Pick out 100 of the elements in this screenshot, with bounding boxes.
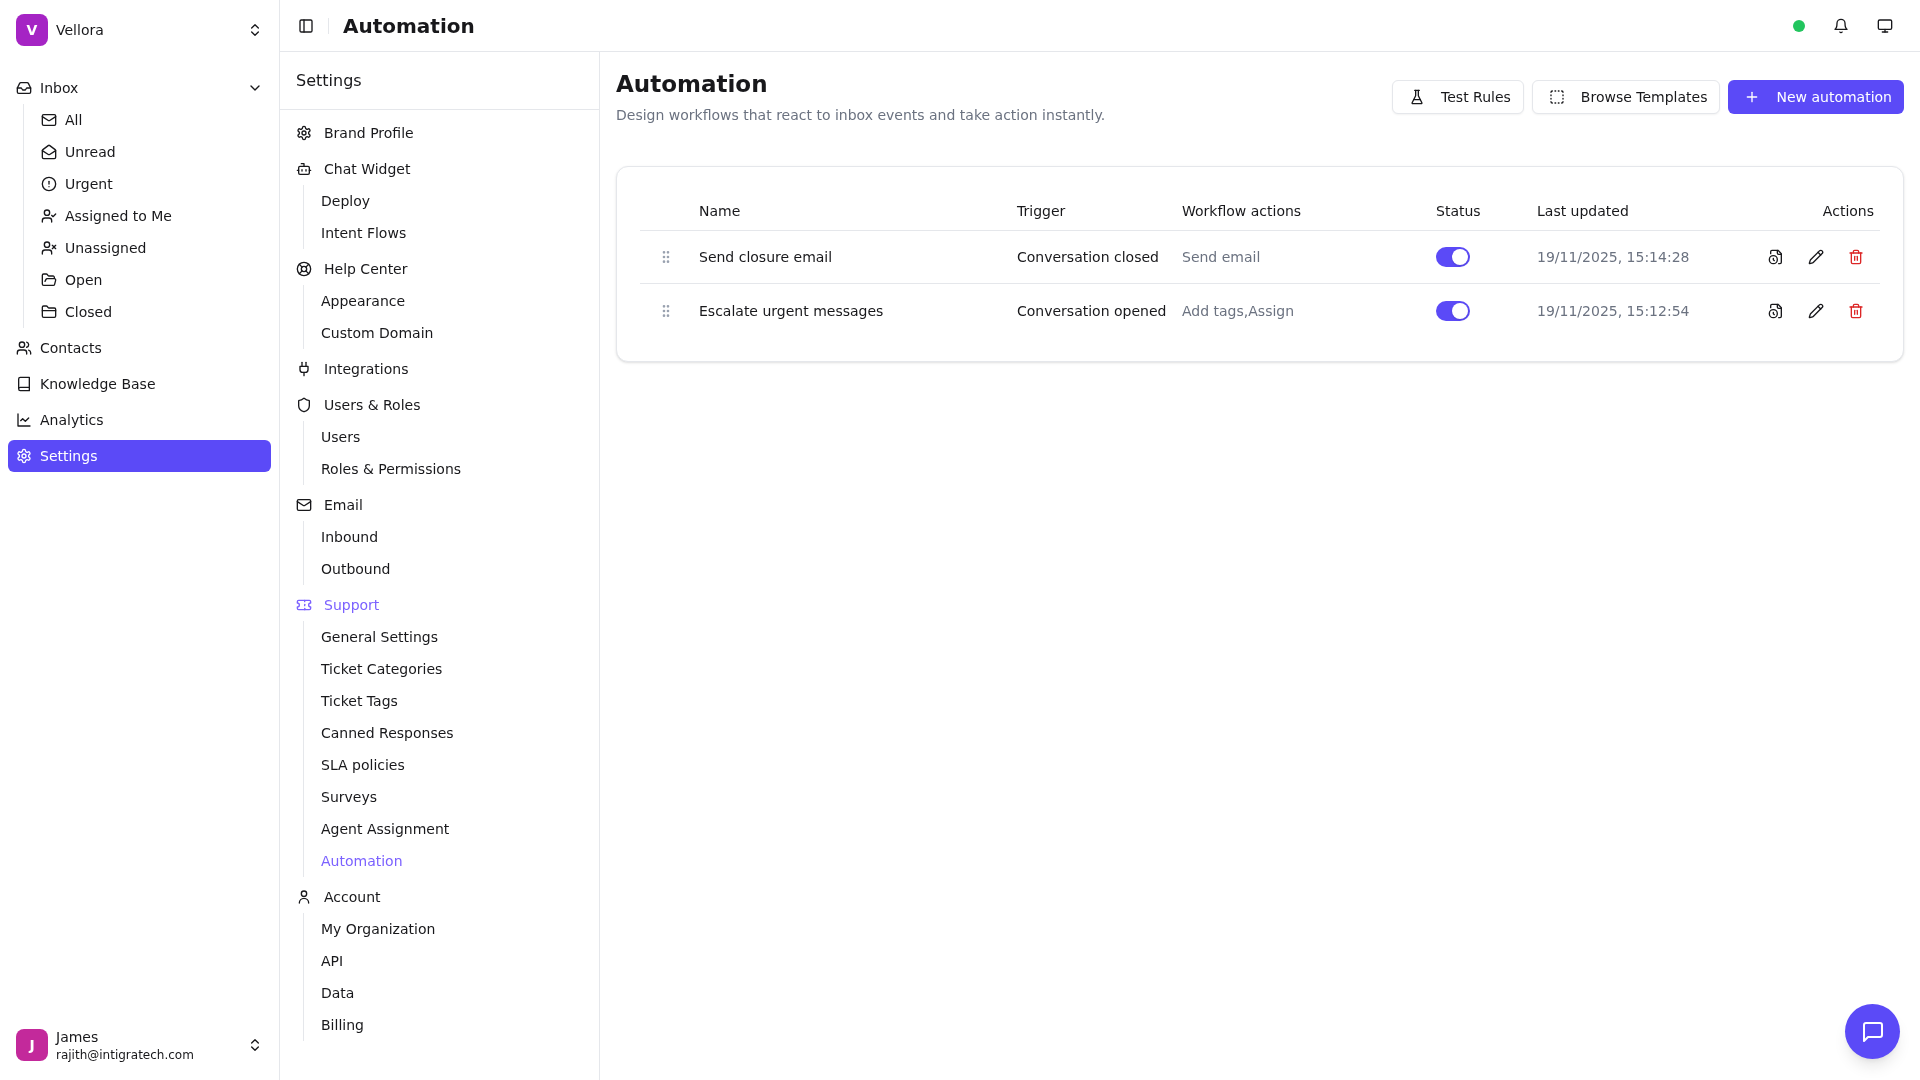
chat-bubble-icon: [1860, 1019, 1885, 1044]
settings-nav-item[interactable]: Users: [321, 421, 583, 453]
user-name: James: [56, 1028, 100, 1047]
nav-item[interactable]: Contacts: [8, 332, 271, 364]
folder-icon: [41, 304, 57, 320]
settings-nav-item[interactable]: General Settings: [321, 621, 583, 653]
monitor-icon[interactable]: [1877, 17, 1893, 34]
settings-nav-item[interactable]: Users & Roles: [296, 389, 583, 421]
nav-item[interactable]: Closed: [33, 296, 271, 328]
settings-nav-item[interactable]: Appearance: [321, 285, 583, 317]
action-button[interactable]: Browse Templates: [1531, 79, 1721, 114]
column-header: Actions: [1822, 201, 1874, 221]
header-title: Automation: [343, 12, 475, 40]
table-cell-text: Escalate urgent messages: [699, 301, 884, 321]
action-button[interactable]: Test Rules: [1392, 79, 1524, 114]
settings-nav-item[interactable]: Ticket Categories: [321, 653, 583, 685]
settings-nav-item[interactable]: Roles & Permissions: [321, 453, 583, 485]
people-icon: [16, 340, 32, 356]
nav-item[interactable]: Knowledge Base: [8, 368, 271, 400]
person-icon: [296, 889, 312, 905]
settings-nav-item[interactable]: Intent Flows: [321, 217, 583, 249]
folder-open-icon: [41, 272, 57, 288]
settings-nav-item[interactable]: Ticket Tags: [321, 685, 583, 717]
file-clock-icon[interactable]: [1768, 249, 1784, 265]
settings-nav-item[interactable]: Chat Widget: [296, 153, 583, 185]
column-header: Trigger: [1017, 201, 1066, 221]
table-cell-text: 19/11/2025, 15:14:28: [1537, 248, 1690, 267]
settings-title: Settings: [296, 69, 362, 92]
user-check-icon: [41, 208, 57, 224]
open-envelope-icon: [41, 144, 57, 160]
settings-nav-item[interactable]: Billing: [321, 1009, 583, 1041]
ticket-icon: [296, 597, 312, 613]
line-chart-icon: [16, 412, 32, 428]
settings-nav-item[interactable]: Account: [296, 881, 583, 913]
settings-nav-item[interactable]: Email: [296, 489, 583, 521]
toggle-switch[interactable]: [1436, 247, 1470, 267]
user-avatar: J: [16, 1029, 48, 1061]
settings-nav-item[interactable]: Help Center: [296, 253, 583, 285]
table-cell-text: Conversation closed: [1017, 248, 1159, 267]
action-button[interactable]: New automation: [1728, 79, 1904, 114]
settings-nav-item[interactable]: Support: [296, 589, 583, 621]
workspace-name: Vellora: [56, 21, 104, 40]
workspace-avatar: V: [16, 14, 48, 46]
pencil-icon[interactable]: [1808, 302, 1824, 319]
table-cell-text: Add tags,Assign: [1182, 301, 1295, 321]
pencil-icon[interactable]: [1808, 249, 1824, 265]
shield-icon: [296, 397, 312, 413]
plug-icon: [296, 361, 312, 377]
page-description: Design workflows that react to inbox events and take action instantly.: [616, 106, 1106, 125]
inbox-tray-icon: [16, 80, 32, 96]
settings-nav-item[interactable]: Automation: [321, 845, 583, 877]
nav-item[interactable]: Urgent: [33, 168, 271, 200]
settings-nav-item[interactable]: SLA policies: [321, 749, 583, 781]
bell-icon[interactable]: [1833, 17, 1849, 34]
nav-item[interactable]: Settings: [8, 440, 271, 472]
settings-nav-item[interactable]: Canned Responses: [321, 717, 583, 749]
settings-nav-item[interactable]: Agent Assignment: [321, 813, 583, 845]
table-cell-text: 19/11/2025, 15:12:54: [1537, 301, 1690, 321]
envelope-icon: [296, 497, 312, 513]
envelope-icon: [41, 112, 57, 128]
settings-nav-item[interactable]: Brand Profile: [296, 117, 583, 149]
settings-nav-item[interactable]: Outbound: [321, 553, 583, 585]
lifebuoy-icon: [296, 261, 312, 277]
column-header: Last updated: [1537, 201, 1629, 221]
table-cell-text: Send closure email: [699, 248, 833, 267]
nav-item[interactable]: Unread: [33, 136, 271, 168]
settings-icon: [296, 125, 312, 141]
trash-icon[interactable]: [1848, 302, 1864, 319]
page-heading: Automation: [616, 70, 769, 99]
nav-item[interactable]: Analytics: [8, 404, 271, 436]
toggle-switch[interactable]: [1436, 300, 1470, 321]
nav-item[interactable]: Inbox: [8, 72, 271, 104]
sidebar-panel-icon[interactable]: [298, 17, 314, 34]
trash-icon[interactable]: [1848, 249, 1864, 265]
user-email: rajith@intigratech.com: [56, 1047, 194, 1063]
dashed-square-icon: [1548, 88, 1565, 105]
settings-nav-item[interactable]: My Organization: [321, 913, 583, 945]
column-header: Name: [699, 201, 741, 221]
chat-button[interactable]: [1845, 1004, 1900, 1059]
settings-nav-item[interactable]: Data: [321, 977, 583, 1009]
settings-nav-item[interactable]: Surveys: [321, 781, 583, 813]
robot-icon: [296, 161, 312, 177]
column-header: Workflow actions: [1182, 201, 1302, 221]
user-x-icon: [41, 240, 57, 256]
nav-item[interactable]: Unassigned: [33, 232, 271, 264]
nav-item[interactable]: Open: [33, 264, 271, 296]
settings-nav-item[interactable]: API: [321, 945, 583, 977]
book-icon: [16, 376, 32, 392]
settings-icon: [16, 448, 32, 464]
column-header: Status: [1436, 201, 1481, 221]
table-cell-text: Conversation opened: [1017, 301, 1167, 321]
nav-item[interactable]: All: [33, 104, 271, 136]
file-clock-icon[interactable]: [1768, 302, 1784, 319]
settings-nav-item[interactable]: Custom Domain: [321, 317, 583, 349]
settings-nav-item[interactable]: Integrations: [296, 353, 583, 385]
settings-nav-item[interactable]: Inbound: [321, 521, 583, 553]
settings-nav-item[interactable]: Deploy: [321, 185, 583, 217]
table-cell-text: Send email: [1182, 248, 1261, 267]
nav-item[interactable]: Assigned to Me: [33, 200, 271, 232]
alert-circle-icon: [41, 176, 57, 192]
